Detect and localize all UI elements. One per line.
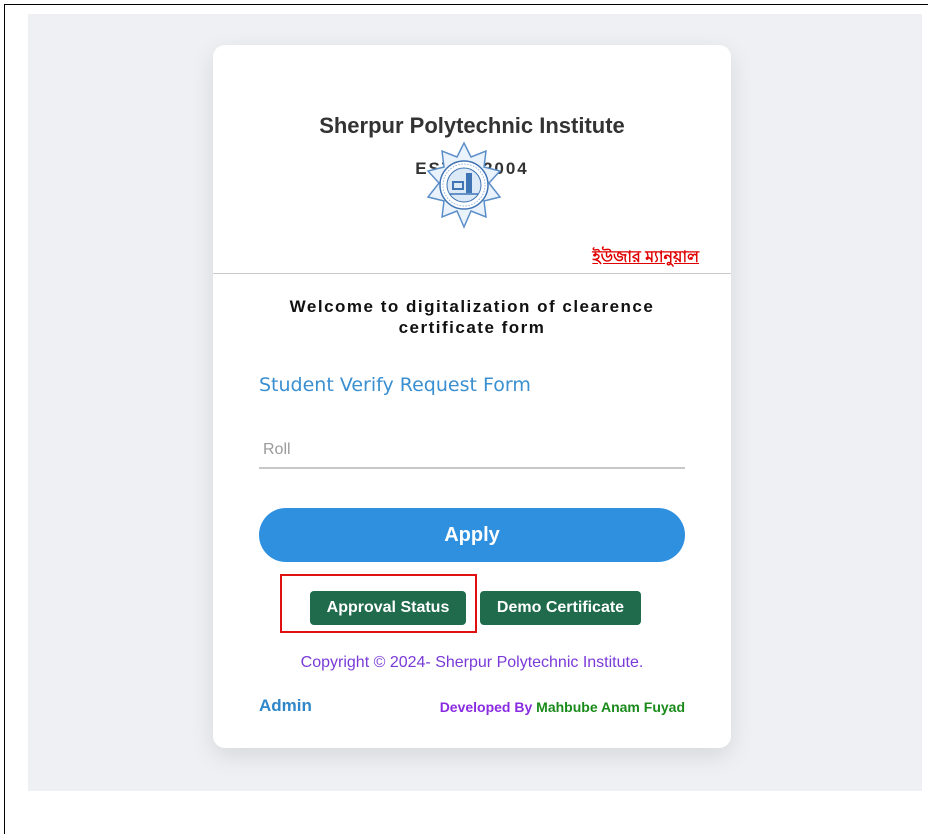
user-manual-link[interactable]: ইউজার ম্যানুয়াল [592,244,699,271]
roll-input[interactable] [259,433,685,469]
form-title: Student Verify Request Form [259,374,531,396]
welcome-line-1: Welcome to digitalization of clearence [289,297,655,316]
admin-link[interactable]: Admin [259,696,312,716]
login-card: Sherpur Polytechnic Institute ESTD: 2004… [213,45,731,748]
welcome-heading: Welcome to digitalization of clearence c… [213,296,731,338]
divider [213,273,731,274]
apply-button[interactable]: Apply [259,508,685,562]
approval-status-button[interactable]: Approval Status [310,591,466,625]
developed-by-label: Developed By [439,699,533,715]
developer-name: Mahbube Anam Fuyad [536,699,685,715]
demo-certificate-button[interactable]: Demo Certificate [480,591,641,625]
copyright-text: Copyright © 2024- Sherpur Polytechnic In… [300,654,644,671]
page-title: Sherpur Polytechnic Institute [319,113,625,138]
welcome-line-2: certificate form [398,318,546,337]
developer-credit: Developed By Mahbube Anam Fuyad [440,699,685,715]
institute-seal-logo-icon [426,141,502,229]
